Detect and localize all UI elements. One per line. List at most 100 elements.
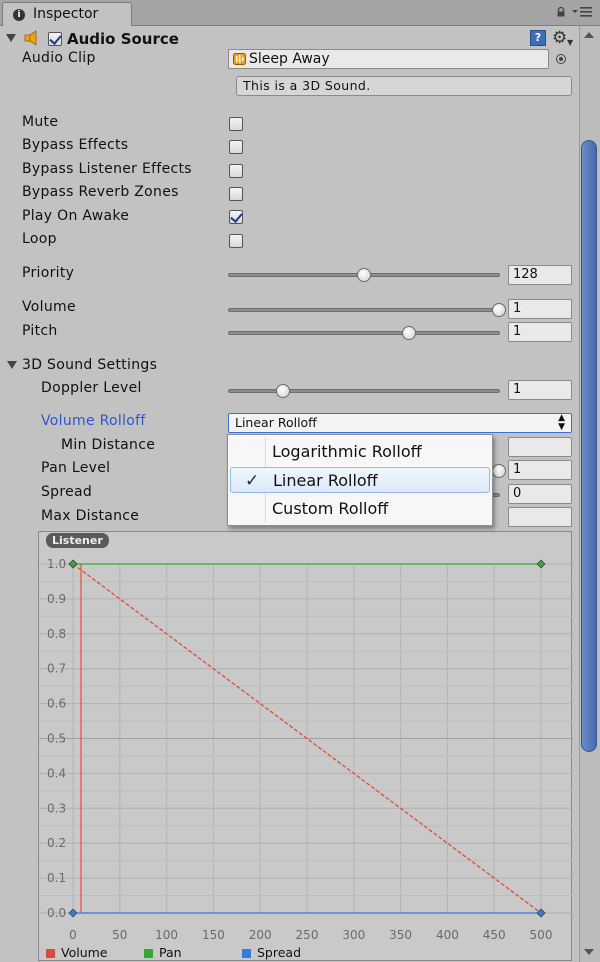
pan-level-slider-thumb[interactable] bbox=[492, 464, 506, 478]
min-distance-label: Min Distance bbox=[61, 437, 156, 453]
tab-label: Inspector bbox=[33, 6, 99, 22]
volume-rolloff-value: Linear Rolloff bbox=[235, 415, 317, 430]
y-tick-label: 0.3 bbox=[47, 801, 66, 815]
rolloff-graph-svg: 0.0 0.1 0.2 0.3 0.4 0.5 0.6 0.7 0.8 0.9 1.0 0 50 100 1… bbox=[39, 557, 573, 942]
y-tick-label: 0.6 bbox=[47, 697, 66, 711]
series-point-pan bbox=[536, 559, 546, 569]
volume-rolloff-dropdown[interactable]: Linear Rolloff ▲ ▼ bbox=[228, 413, 572, 433]
x-tick-label: 500 bbox=[530, 928, 553, 942]
y-tick-label: 0.7 bbox=[47, 662, 66, 676]
pitch-slider-thumb[interactable] bbox=[402, 326, 417, 340]
bypass-effects-checkbox[interactable] bbox=[229, 140, 243, 154]
doppler-level-input[interactable]: 1 bbox=[508, 380, 572, 400]
bypass-listener-effects-label: Bypass Listener Effects bbox=[22, 161, 192, 177]
x-tick-label: 450 bbox=[483, 928, 506, 942]
volume-label: Volume bbox=[22, 299, 76, 315]
component-enabled-checkbox[interactable] bbox=[48, 32, 62, 46]
x-tick-label: 350 bbox=[389, 928, 412, 942]
audio-clip-icon bbox=[233, 53, 246, 65]
section-foldout-arrow-icon[interactable] bbox=[7, 361, 17, 369]
max-distance-label: Max Distance bbox=[41, 508, 140, 524]
y-tick-label: 0.9 bbox=[47, 592, 66, 606]
object-picker-icon[interactable] bbox=[556, 54, 566, 64]
legend-pan: Pan bbox=[144, 945, 182, 961]
x-tick-label: 250 bbox=[296, 928, 319, 942]
legend-volume: Volume bbox=[46, 945, 108, 961]
menu-item-linear-rolloff[interactable]: ✓ Linear Rolloff bbox=[230, 467, 490, 493]
scroll-up-icon[interactable] bbox=[583, 29, 595, 41]
scrollbar-thumb[interactable] bbox=[581, 140, 597, 752]
spread-label: Spread bbox=[41, 484, 93, 500]
listener-badge: Listener bbox=[46, 533, 109, 548]
min-distance-input[interactable] bbox=[508, 437, 572, 457]
pitch-input[interactable]: 1 bbox=[508, 322, 572, 342]
x-tick-label: 400 bbox=[436, 928, 459, 942]
doppler-level-slider-thumb[interactable] bbox=[276, 384, 290, 398]
info-icon: i bbox=[13, 9, 25, 21]
volume-slider-thumb[interactable] bbox=[492, 303, 506, 317]
mute-label: Mute bbox=[22, 114, 59, 130]
pitch-slider[interactable] bbox=[228, 326, 500, 340]
doppler-level-label: Doppler Level bbox=[41, 380, 142, 396]
menu-item-logarithmic-rolloff[interactable]: Logarithmic Rolloff bbox=[228, 439, 492, 465]
x-tick-label: 150 bbox=[202, 928, 225, 942]
x-tick-label: 200 bbox=[249, 928, 272, 942]
y-tick-label: 0.8 bbox=[47, 627, 66, 641]
help-icon[interactable]: ? bbox=[530, 30, 546, 46]
play-on-awake-label: Play On Awake bbox=[22, 208, 130, 224]
spread-input[interactable]: 0 bbox=[508, 484, 572, 504]
priority-slider-thumb[interactable] bbox=[357, 268, 371, 282]
series-point-spread bbox=[68, 908, 78, 918]
audio-clip-value: Sleep Away bbox=[249, 51, 330, 67]
foldout-arrow-icon[interactable] bbox=[6, 34, 16, 42]
y-tick-label: 0.0 bbox=[47, 906, 66, 920]
scroll-down-icon[interactable] bbox=[583, 946, 595, 958]
speaker-icon bbox=[24, 30, 37, 46]
lock-icon[interactable] bbox=[556, 7, 566, 17]
legend-spread: Spread bbox=[242, 945, 301, 961]
gear-caret-icon: ▼ bbox=[567, 38, 574, 47]
priority-slider[interactable] bbox=[228, 268, 500, 282]
play-on-awake-checkbox[interactable] bbox=[229, 210, 243, 224]
pan-level-label: Pan Level bbox=[41, 460, 111, 476]
mute-checkbox[interactable] bbox=[229, 117, 243, 131]
y-tick-label: 0.1 bbox=[47, 871, 66, 885]
bypass-reverb-zones-checkbox[interactable] bbox=[229, 187, 243, 201]
volume-input[interactable]: 1 bbox=[508, 299, 572, 319]
gear-icon[interactable]: ⚙ bbox=[552, 28, 567, 48]
legend-pan-swatch bbox=[144, 949, 153, 958]
priority-label: Priority bbox=[22, 265, 75, 281]
x-tick-label: 50 bbox=[112, 928, 127, 942]
pan-level-input[interactable]: 1 bbox=[508, 460, 572, 480]
volume-slider[interactable] bbox=[228, 303, 506, 317]
3d-sound-settings-label[interactable]: 3D Sound Settings bbox=[22, 357, 157, 373]
max-distance-input[interactable] bbox=[508, 507, 572, 527]
pitch-label: Pitch bbox=[22, 323, 58, 339]
y-tick-label: 0.5 bbox=[47, 732, 66, 746]
bypass-listener-effects-checkbox[interactable] bbox=[229, 164, 243, 178]
component-header: Audio Source ? ⚙ ▼ bbox=[0, 26, 580, 50]
rolloff-graph[interactable]: 0.0 0.1 0.2 0.3 0.4 0.5 0.6 0.7 0.8 0.9 1.0 0 50 100 1… bbox=[38, 531, 573, 961]
tab-inspector[interactable]: i Inspector bbox=[2, 2, 132, 26]
audio-clip-label: Audio Clip bbox=[22, 50, 96, 66]
x-tick-label: 0 bbox=[69, 928, 77, 942]
bypass-effects-label: Bypass Effects bbox=[22, 137, 129, 153]
dropdown-arrows-icon: ▲ ▼ bbox=[558, 413, 565, 432]
tab-bar: i Inspector bbox=[0, 0, 600, 26]
audio-clip-field[interactable]: Sleep Away bbox=[228, 49, 549, 69]
priority-input[interactable]: 128 bbox=[508, 265, 572, 285]
loop-label: Loop bbox=[22, 231, 57, 247]
rolloff-dropdown-menu: Logarithmic Rolloff ✓ Linear Rolloff Cus… bbox=[227, 434, 493, 526]
legend-spread-label: Spread bbox=[257, 945, 302, 960]
y-tick-label: 0.2 bbox=[47, 836, 66, 850]
legend-volume-swatch bbox=[46, 949, 55, 958]
loop-checkbox[interactable] bbox=[229, 234, 243, 248]
menu-item-custom-rolloff[interactable]: Custom Rolloff bbox=[228, 496, 492, 522]
info-box: This is a 3D Sound. bbox=[236, 76, 572, 96]
x-tick-label: 100 bbox=[155, 928, 178, 942]
checkmark-icon: ✓ bbox=[245, 471, 260, 491]
doppler-level-slider[interactable] bbox=[228, 384, 500, 398]
tab-menu-icon[interactable] bbox=[572, 6, 592, 18]
x-tick-label: 300 bbox=[342, 928, 365, 942]
volume-rolloff-label: Volume Rolloff bbox=[41, 413, 146, 429]
